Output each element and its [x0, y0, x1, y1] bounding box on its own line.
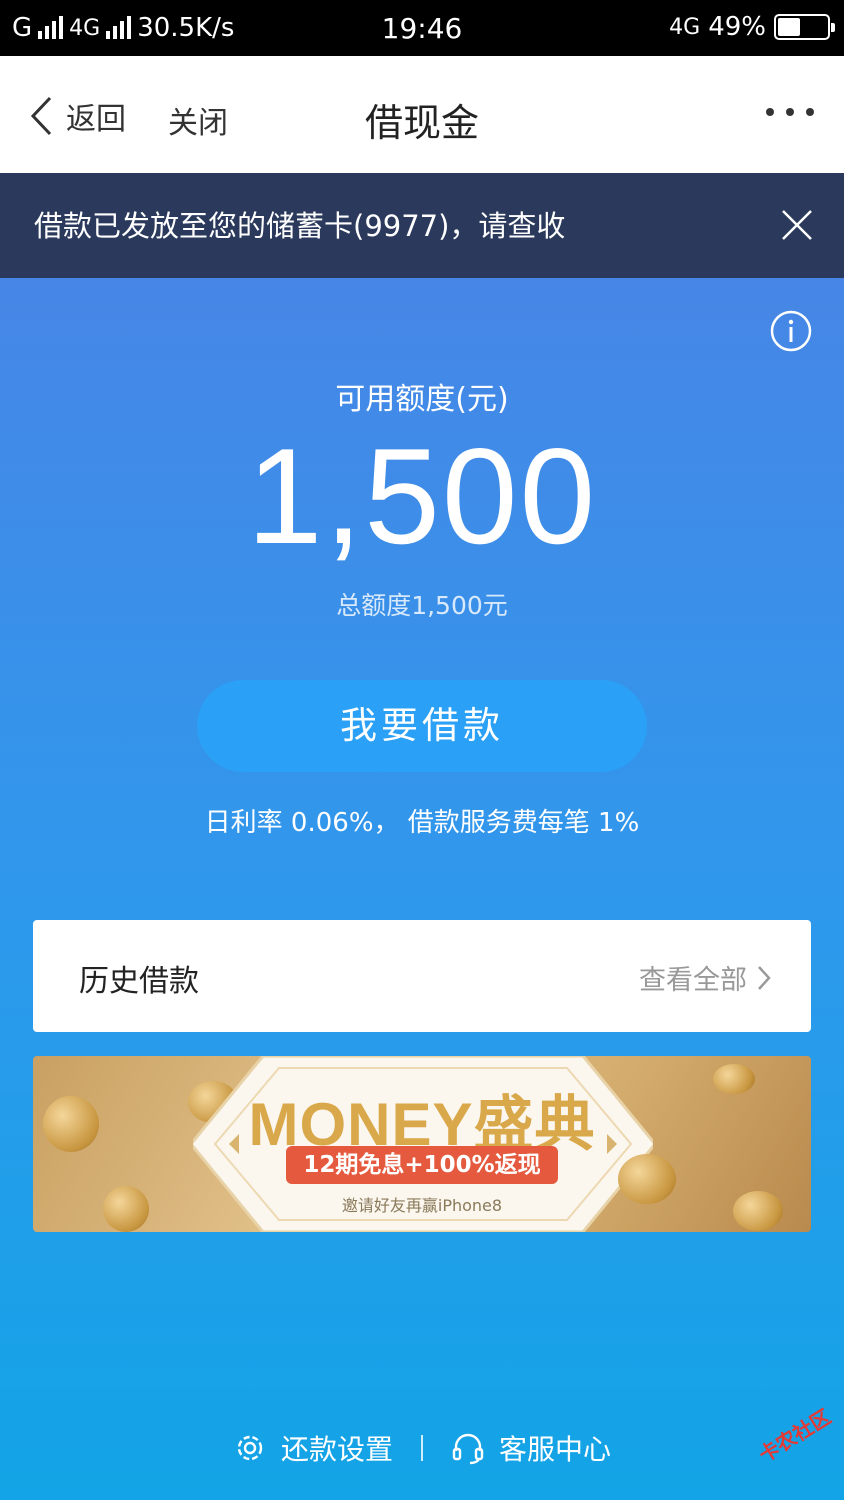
rate-text: 日利率 0.06%， 借款服务费每笔 1% [204, 808, 640, 838]
nav-bar: 返回 关闭 借现金 [0, 56, 844, 173]
divider [421, 1435, 423, 1461]
available-quota-label: 可用额度(元) [335, 382, 509, 417]
available-quota-value: 1,500 [246, 420, 598, 572]
notice-text: 借款已发放至您的储蓄卡(9977)，请查收 [34, 209, 566, 243]
history-title: 历史借款 [79, 964, 199, 999]
repay-settings-button[interactable]: 还款设置 [233, 1428, 393, 1468]
total-quota: 总额度1,500元 [336, 591, 508, 620]
history-card[interactable]: 历史借款 查看全部 [33, 920, 811, 1032]
customer-service-button[interactable]: 客服中心 [451, 1428, 611, 1468]
status-right: 4G 49% [669, 12, 835, 42]
headset-icon [452, 1433, 484, 1465]
chevron-right-icon [758, 965, 771, 990]
gear-icon [237, 1435, 263, 1461]
promo-pill: 12期免息+100%返现 [286, 1146, 558, 1184]
view-all-link[interactable]: 查看全部 [639, 958, 771, 997]
page-title: 借现金 [364, 101, 479, 145]
network-type: 4G [669, 14, 701, 40]
promo-banner[interactable]: MONEY盛典 12期免息+100%返现 邀请好友再赢iPhone8 [33, 1056, 811, 1232]
battery-percent: 49% [708, 12, 766, 42]
more-icon[interactable] [766, 108, 814, 116]
customer-service-label: 客服中心 [499, 1433, 612, 1466]
info-icon[interactable] [770, 310, 812, 352]
borrow-button[interactable]: 我要借款 [197, 680, 647, 772]
view-all-label: 查看全部 [639, 965, 747, 996]
promo-subtitle: 邀请好友再赢iPhone8 [341, 1196, 503, 1215]
notice-banner: 借款已发放至您的储蓄卡(9977)，请查收 [0, 173, 844, 278]
battery-icon [774, 14, 835, 40]
main-panel: 可用额度(元) 1,500 总额度1,500元 我要借款 日利率 0.06%， … [0, 278, 844, 1500]
status-bar: G 4G 30.5K/s 19:46 4G 49% [0, 0, 844, 56]
close-icon[interactable] [780, 208, 814, 242]
bottom-bar: 还款设置 客服中心 [0, 1418, 844, 1478]
repay-settings-label: 还款设置 [280, 1433, 393, 1466]
